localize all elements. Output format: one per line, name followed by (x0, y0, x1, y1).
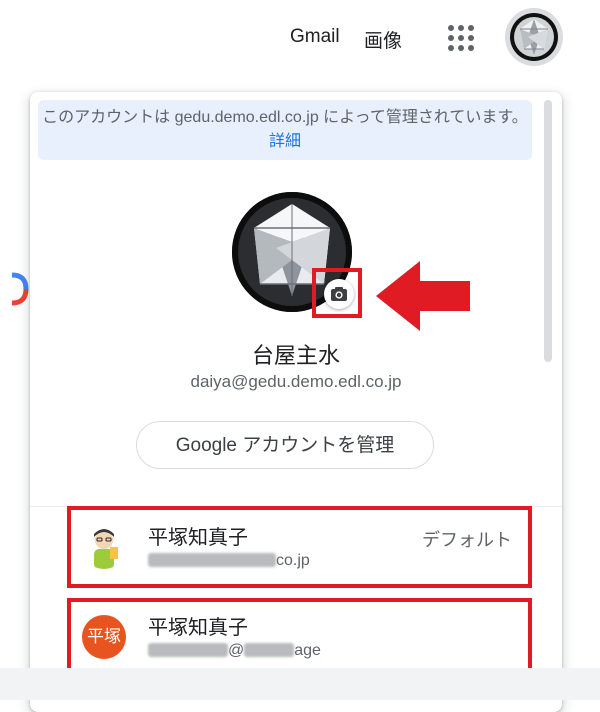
highlight-box-camera (312, 268, 362, 318)
details-link[interactable]: 詳細 (269, 133, 301, 150)
red-arrow-icon (376, 261, 470, 331)
diamond-avatar-icon (510, 13, 558, 61)
profile-name: 台屋主水 (251, 343, 340, 368)
gmail-link[interactable]: Gmail (290, 26, 340, 48)
account-avatar-button[interactable] (505, 8, 563, 66)
popup-scrollbar[interactable] (544, 100, 552, 362)
apps-grid-icon[interactable] (446, 23, 476, 53)
manage-account-button[interactable]: Google アカウントを管理 (136, 421, 434, 469)
profile-email: daiya@gedu.demo.edl.co.jp (190, 372, 402, 391)
top-bar: Gmail 画像 (0, 0, 600, 80)
account-popup: このアカウントは gedu.demo.edl.co.jp によって管理されていま… (30, 92, 562, 712)
images-link[interactable]: 画像 (364, 26, 402, 53)
managed-notice-text: このアカウントは gedu.demo.edl.co.jp によって管理されていま… (42, 109, 528, 126)
managed-account-notice: このアカウントは gedu.demo.edl.co.jp によって管理されていま… (38, 100, 532, 160)
highlight-box-account-1 (67, 506, 532, 588)
page-bottom-band (0, 668, 600, 700)
google-logo-fragment (0, 255, 30, 335)
